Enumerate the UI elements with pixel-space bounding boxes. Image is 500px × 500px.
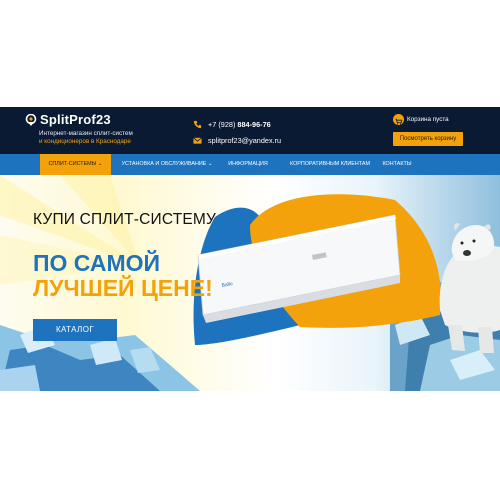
site: SplitProf23 Интернет-магазин сплит-систе… [0,107,500,391]
envelope-icon [193,137,202,144]
hero-headline-price: ЛУЧШЕЙ ЦЕНЕ! [33,275,213,301]
hero-headline-best: ПО САМОЙ [33,250,161,276]
phone-number: 884-96-76 [237,120,271,129]
nav-item-split-systems[interactable]: Сплит-системы ⌄ [40,154,111,175]
nav-item-installation[interactable]: Установка и обслуживание ⌄ [114,154,220,175]
main-nav: Сплит-системы ⌄ Установка и обслуживание… [0,154,500,175]
cart-status: Корзина пуста [407,116,449,123]
email-address: splitprof23@yandex.ru [208,136,282,145]
logo-text: SplitProf23 [40,112,111,127]
tagline-primary: Интернет-магазин сплит-систем [39,130,133,137]
hero-headline-buy: КУПИ СПЛИТ-СИСТЕМУ [33,211,217,228]
view-cart-button[interactable]: Посмотреть корзину [393,132,463,146]
logo[interactable]: SplitProf23 Интернет-магазин сплит-систе… [25,112,185,151]
phone-prefix: +7 (928) [208,120,236,129]
nav-item-contacts[interactable]: Контакты [381,154,413,175]
nav-item-corporate[interactable]: Корпоративным клиентам [282,154,378,175]
phone-icon [193,120,202,129]
hero-banner: Ballu КУПИ СПЛИТ-СИСТЕМУ ПО САМОЙ ЛУЧШЕЙ… [0,175,500,391]
location-pin-icon [25,114,37,126]
tagline-secondary: и кондиционеров в Краснодаре [39,138,131,145]
nav-item-information[interactable]: Информация [222,154,274,175]
site-header: SplitProf23 Интернет-магазин сплит-систе… [0,107,500,154]
cart-widget: Корзина пуста Посмотреть корзину [393,114,473,148]
cart-icon[interactable] [393,114,404,125]
catalog-button[interactable]: КАТАЛОГ [33,319,117,341]
